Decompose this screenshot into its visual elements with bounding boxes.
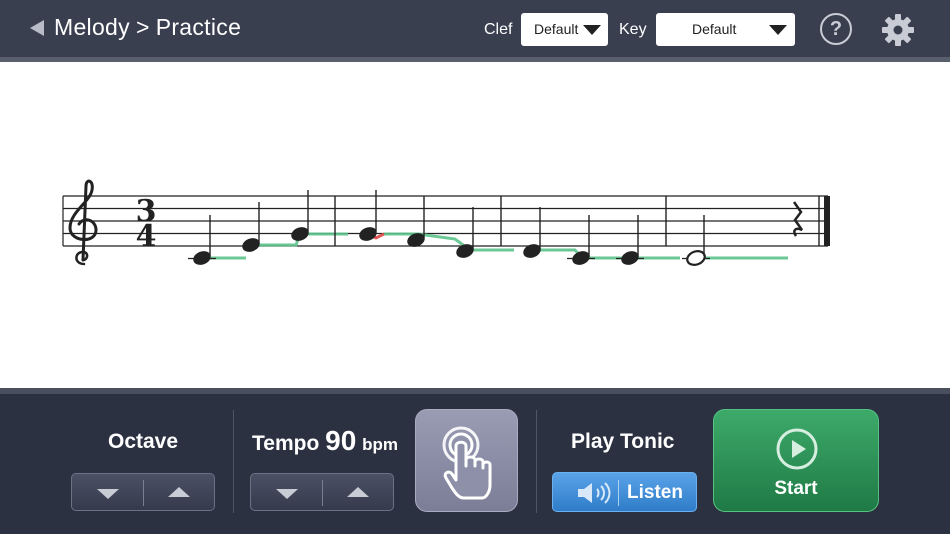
key-label: Key	[619, 21, 647, 38]
listen-divider	[618, 480, 619, 506]
start-button[interactable]: Start	[713, 409, 879, 512]
panel-divider	[233, 410, 234, 513]
staff-notation: 3 4	[62, 179, 830, 266]
time-signature-bottom: 4	[136, 219, 157, 254]
clef-dropdown[interactable]: Default	[521, 13, 608, 46]
start-label: Start	[774, 478, 818, 499]
listen-button[interactable]: Listen	[552, 472, 697, 512]
arrow-up-icon	[167, 487, 190, 497]
breadcrumb-melody[interactable]: Melody	[54, 14, 130, 40]
breadcrumb-practice: Practice	[155, 14, 242, 40]
tempo-up-button[interactable]	[322, 474, 393, 510]
chevron-down-icon	[583, 25, 601, 35]
breadcrumb: Melody > Practice	[54, 14, 241, 41]
final-barline	[824, 196, 830, 246]
tempo-label: Tempo	[252, 432, 320, 455]
clef-dropdown-value: Default	[534, 21, 579, 37]
clef-label: Clef	[484, 21, 513, 38]
tempo-stepper	[250, 473, 394, 511]
tempo-down-button[interactable]	[251, 474, 322, 510]
gear-icon[interactable]	[880, 12, 916, 48]
score-area: 3 4	[0, 62, 950, 388]
tap-tempo-button[interactable]	[415, 409, 518, 512]
key-dropdown-value: Default	[692, 21, 737, 37]
quarter-rest-icon	[792, 201, 804, 237]
breadcrumb-separator: >	[135, 14, 150, 40]
tempo-display: Tempo 90 bpm	[252, 425, 398, 457]
notes	[193, 190, 639, 265]
octave-down-button[interactable]	[72, 474, 143, 510]
tempo-unit: bpm	[362, 435, 399, 454]
play-icon	[776, 428, 818, 470]
panel-divider	[536, 410, 537, 513]
key-dropdown[interactable]: Default	[656, 13, 795, 46]
chevron-down-icon	[769, 25, 787, 35]
touch-icon	[442, 426, 492, 500]
arrow-up-icon	[346, 487, 369, 497]
speaker-icon	[578, 482, 611, 504]
tempo-value: 90	[325, 425, 357, 456]
back-icon[interactable]	[30, 20, 44, 36]
arrow-down-icon	[275, 489, 298, 499]
play-tonic-label: Play Tonic	[571, 430, 675, 453]
listen-label: Listen	[627, 482, 683, 503]
octave-label: Octave	[108, 430, 179, 453]
octave-up-button[interactable]	[143, 474, 214, 510]
half-note	[686, 215, 706, 266]
help-icon[interactable]: ?	[820, 13, 852, 45]
arrow-down-icon	[96, 489, 119, 499]
treble-clef-icon	[68, 179, 98, 266]
octave-stepper	[71, 473, 215, 511]
